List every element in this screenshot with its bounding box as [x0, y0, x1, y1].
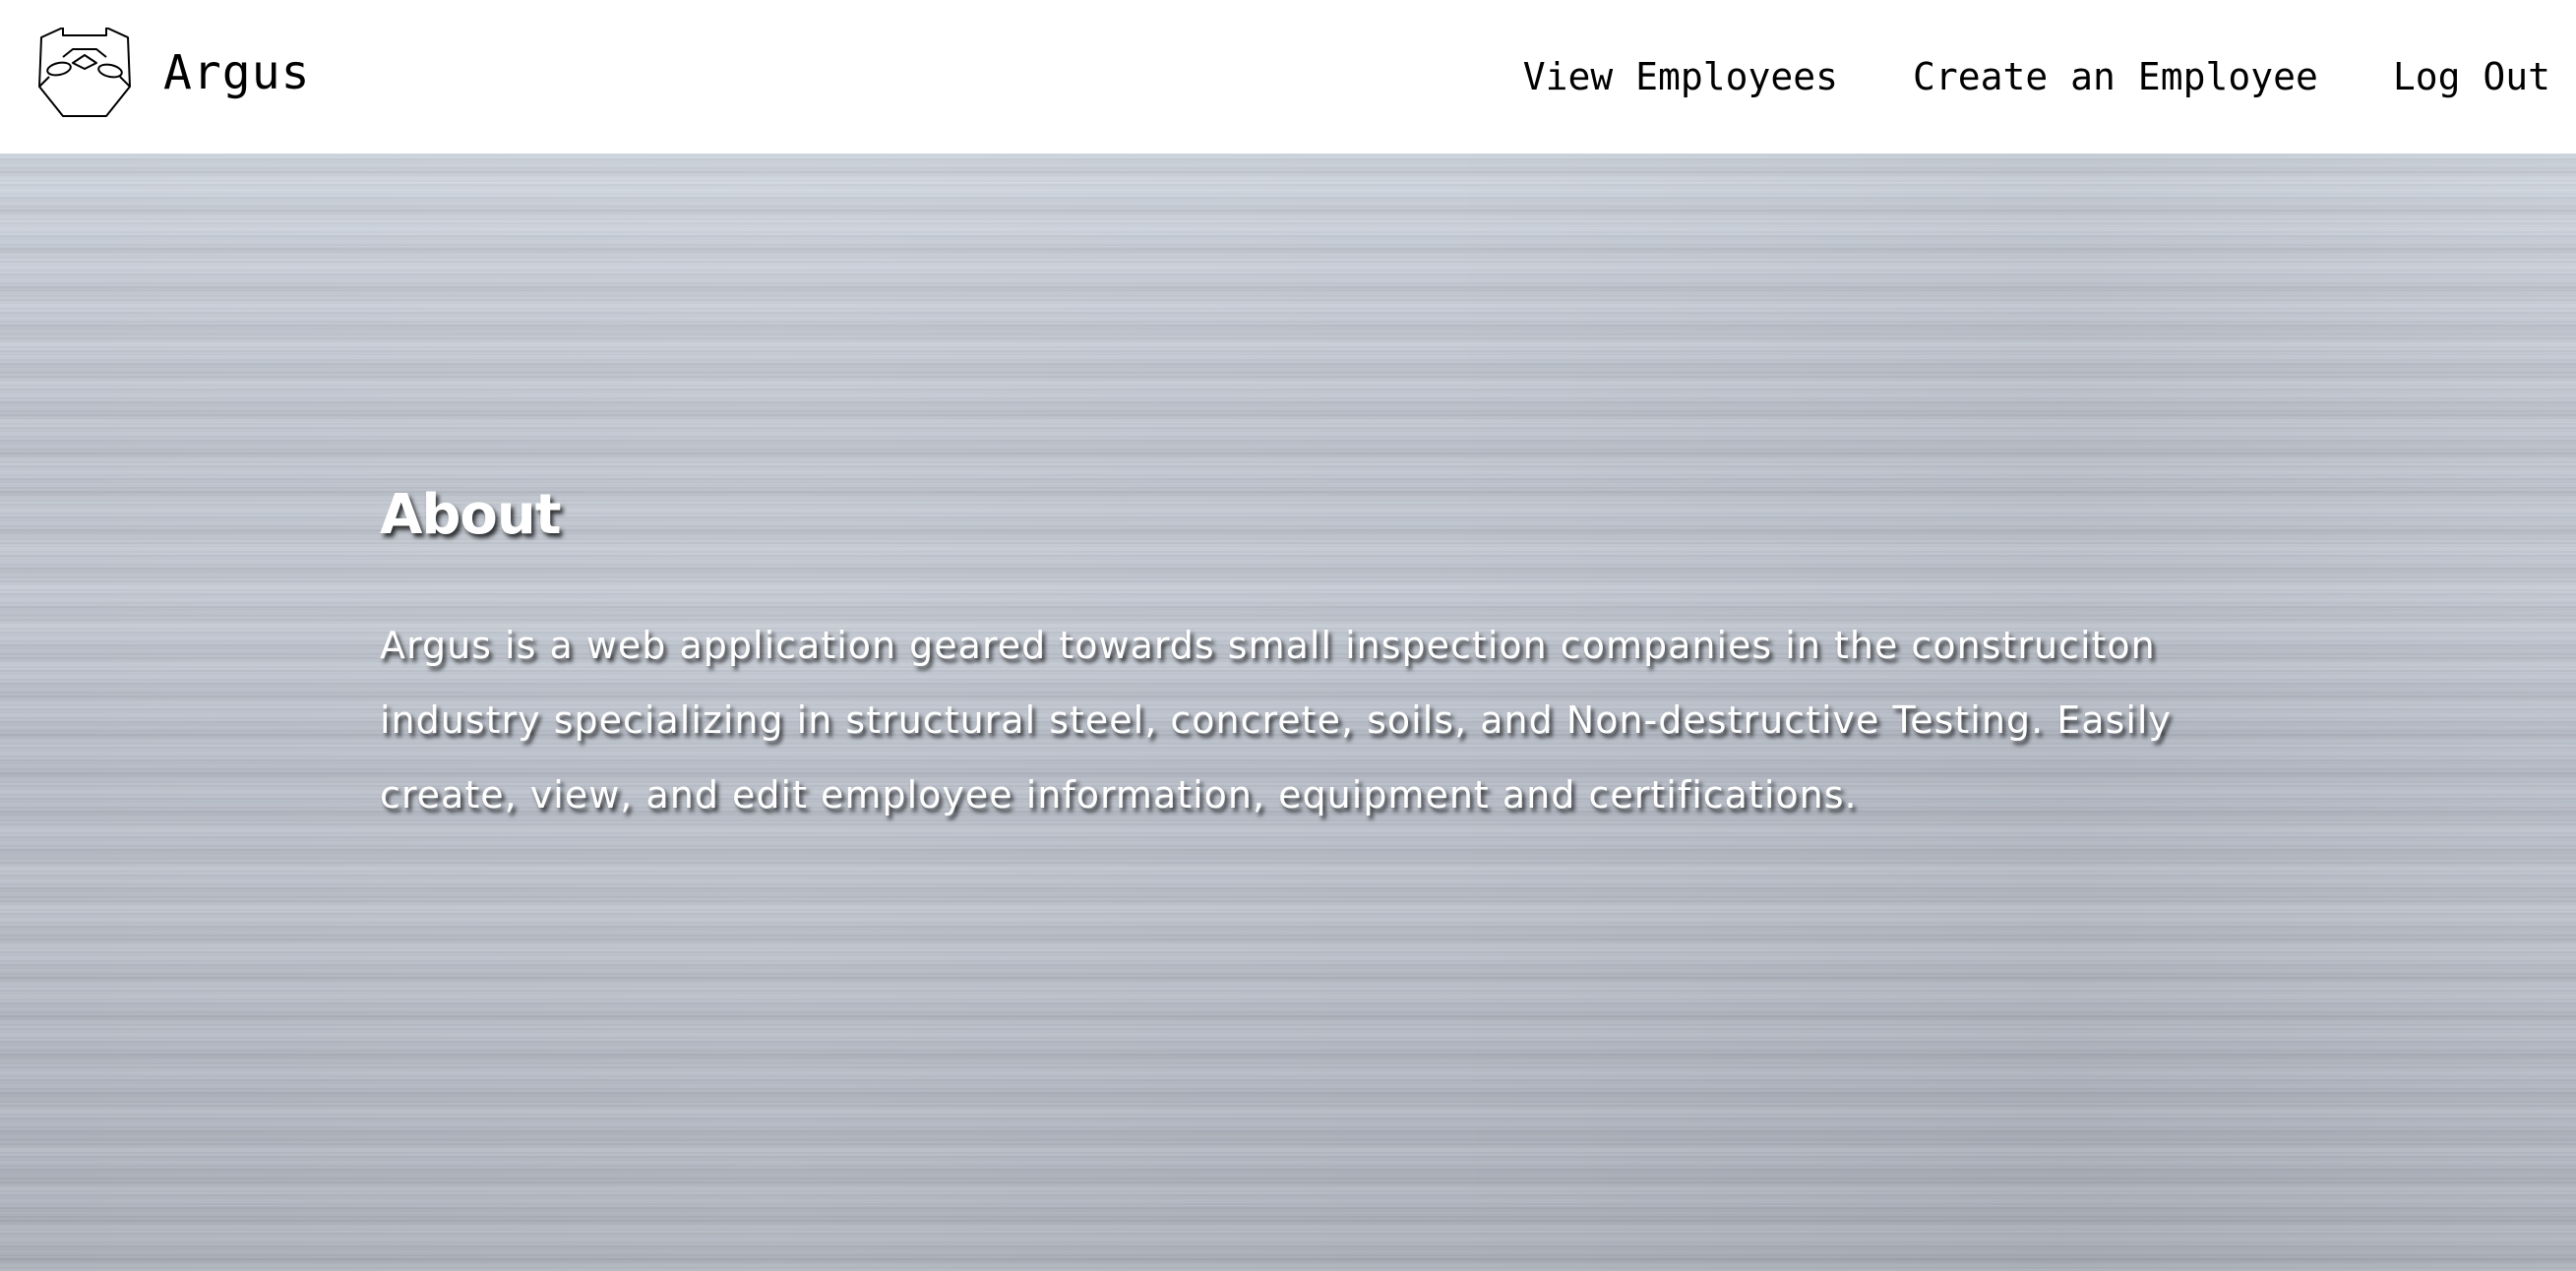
about-description: Argus is a web application geared toward…: [380, 624, 2172, 817]
argus-mask-logo-icon: [38, 28, 131, 117]
nav-log-out[interactable]: Log Out: [2393, 58, 2550, 95]
nav-view-employees[interactable]: View Employees: [1523, 58, 1838, 95]
brand-home-link[interactable]: Argus: [35, 28, 311, 118]
main-nav: View Employees Create an Employee Log Ou…: [1523, 0, 2550, 153]
brand-name: Argus: [163, 45, 311, 100]
about-title: About: [380, 483, 562, 547]
nav-create-employee[interactable]: Create an Employee: [1913, 58, 2318, 95]
top-navbar: Argus View Employees Create an Employee …: [0, 0, 2576, 153]
brushed-metal-hero: About Argus is a web application geared …: [0, 153, 2576, 1271]
about-section: About Argus is a web application geared …: [380, 488, 2220, 832]
